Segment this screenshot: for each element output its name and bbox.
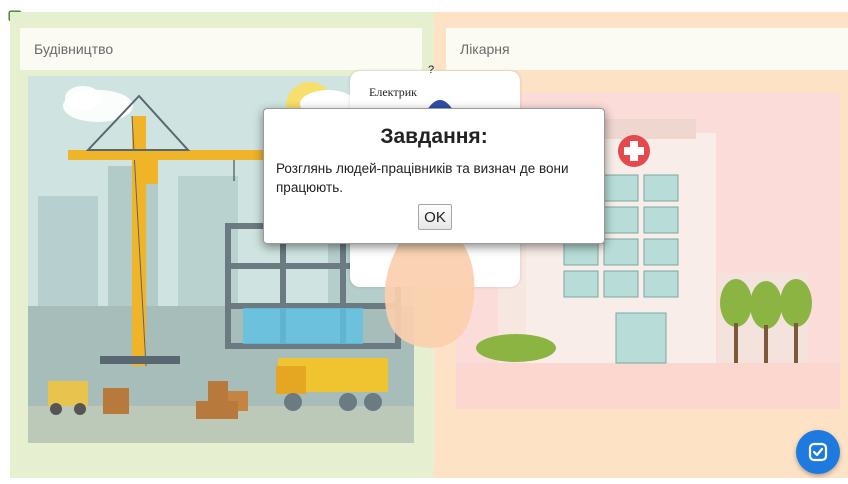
- card-hint-question-mark[interactable]: ?: [428, 64, 434, 76]
- task-modal: Завдання: Розглянь людей-працівників та …: [263, 108, 605, 244]
- category-label-hospital: Лікарня: [446, 28, 848, 70]
- category-label-construction: Будівництво: [20, 28, 422, 70]
- modal-message: Розглянь людей-працівників та визнач де …: [276, 161, 569, 195]
- ok-button[interactable]: OK: [418, 204, 452, 230]
- check-answers-button[interactable]: [796, 430, 840, 474]
- worker-card-label: Електрик: [369, 85, 417, 99]
- modal-title: Завдання:: [380, 125, 488, 148]
- check-submit-icon: [808, 442, 828, 462]
